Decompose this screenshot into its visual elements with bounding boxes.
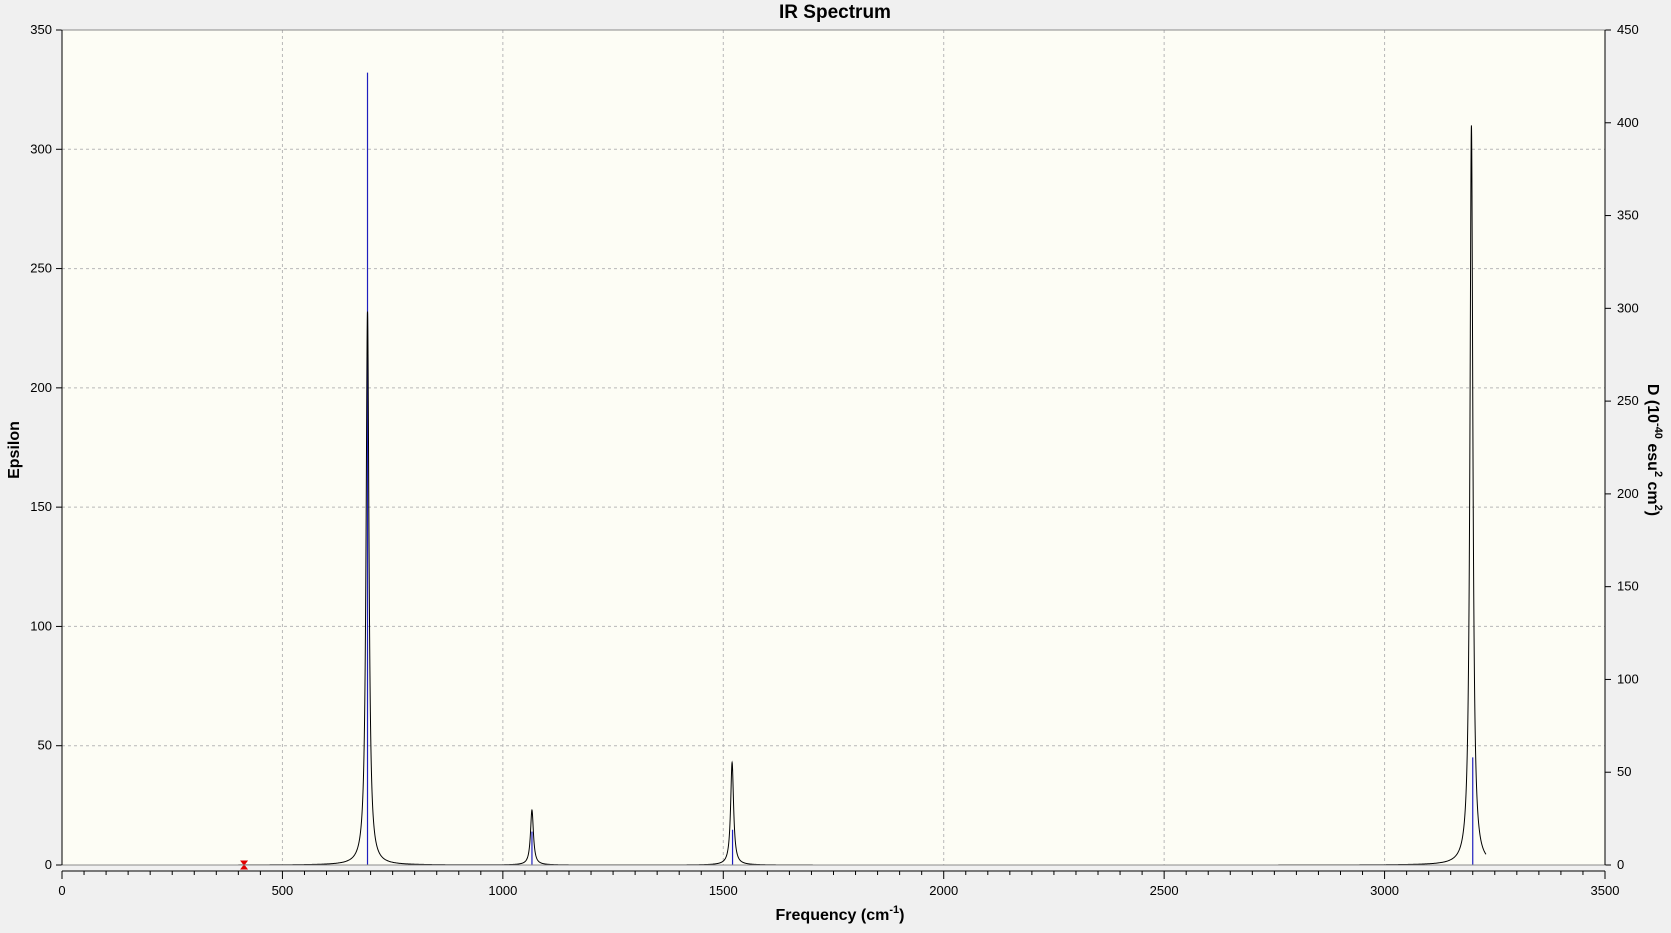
y-left-tick-label: 250 [30, 261, 52, 276]
x-tick-label: 3500 [1591, 883, 1620, 898]
y-right-tick-label: 0 [1617, 857, 1624, 872]
y-right-title-sup1: -40 [1652, 423, 1664, 439]
x-axis-title-sup: -1 [889, 904, 899, 916]
x-tick-label: 2000 [929, 883, 958, 898]
ir-spectrum-chart: 0 500 1000 1500 2000 2500 3000 3500 0 50 100 150 200… [0, 0, 1671, 928]
y-left-tick-label: 0 [45, 857, 52, 872]
y-left-tick-label: 200 [30, 380, 52, 395]
y-right-tick-label: 450 [1617, 22, 1639, 37]
x-tick-label: 1000 [488, 883, 517, 898]
x-axis-title: Frequency (cm-1) [776, 904, 905, 924]
y-left-tick-label: 150 [30, 499, 52, 514]
x-tick-label: 1500 [709, 883, 738, 898]
chart-svg: 0 500 1000 1500 2000 2500 3000 3500050100150200… [6, 2, 1664, 924]
y-right-title-pre: D (10 [1644, 384, 1661, 423]
x-tick-label: 500 [272, 883, 294, 898]
y-left-tick-label: 300 [30, 141, 52, 156]
y-right-tick-label: 350 [1617, 208, 1639, 223]
y-right-title-tail: ) [1644, 511, 1661, 516]
x-axis-title-main: Frequency (cm [776, 907, 890, 924]
y-right-tick-label: 100 [1617, 671, 1639, 686]
y-left-tick-label: 350 [30, 22, 52, 37]
y-right-axis-title: D (10-40 esu2 cm2) [1644, 384, 1664, 516]
y-right-title-mid2: cm [1644, 477, 1661, 505]
y-right-title-mid: esu [1644, 439, 1661, 471]
plot-area [62, 30, 1605, 865]
x-tick-label: 3000 [1370, 883, 1399, 898]
y-right-tick-label: 50 [1617, 764, 1631, 779]
y-right-tick-label: 250 [1617, 393, 1639, 408]
y-right-tick-label: 200 [1617, 486, 1639, 501]
chart-title: IR Spectrum [779, 2, 891, 23]
x-tick-label: 2500 [1150, 883, 1179, 898]
x-tick-label: 0 [58, 883, 65, 898]
y-right-tick-label: 400 [1617, 115, 1639, 130]
y-left-tick-label: 100 [30, 618, 52, 633]
y-right-tick-label: 150 [1617, 579, 1639, 594]
y-left-tick-label: 50 [38, 738, 52, 753]
x-axis-title-tail: ) [899, 907, 904, 924]
y-right-tick-label: 300 [1617, 300, 1639, 315]
y-left-axis-title: Epsilon [6, 421, 23, 479]
